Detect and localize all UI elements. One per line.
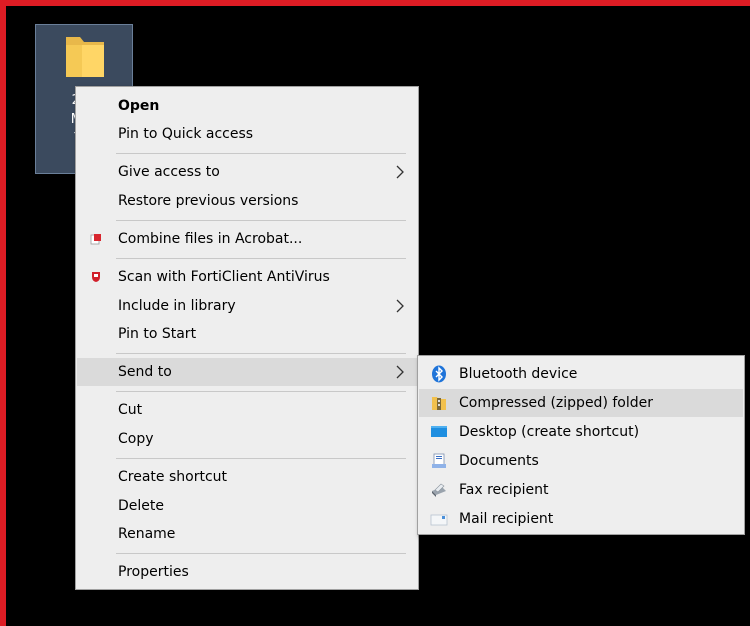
menu-separator — [116, 391, 406, 392]
forticlient-shield-icon — [92, 272, 100, 282]
menu-item-send-to[interactable]: Send to — [77, 358, 417, 386]
chevron-right-icon — [396, 165, 404, 179]
menu-item-combine-acrobat[interactable]: Combine files in Acrobat... — [77, 225, 417, 253]
chevron-right-icon — [396, 365, 404, 379]
menu-separator — [116, 220, 406, 221]
submenu-item-bluetooth[interactable]: Bluetooth device — [419, 360, 743, 388]
menu-item-restore-versions[interactable]: Restore previous versions — [77, 187, 417, 215]
menu-separator — [116, 353, 406, 354]
menu-item-include-library[interactable]: Include in library — [77, 292, 417, 320]
submenu-item-fax[interactable]: Fax recipient — [419, 476, 743, 504]
menu-item-pin-quick-access[interactable]: Pin to Quick access — [77, 120, 417, 148]
menu-item-copy[interactable]: Copy — [77, 425, 417, 453]
menu-item-properties[interactable]: Properties — [77, 558, 417, 586]
menu-item-create-shortcut[interactable]: Create shortcut — [77, 463, 417, 491]
menu-separator — [116, 553, 406, 554]
menu-separator — [116, 458, 406, 459]
mail-icon — [430, 514, 448, 526]
menu-item-delete[interactable]: Delete — [77, 492, 417, 520]
context-menu: Open Pin to Quick access Give access to … — [75, 86, 419, 590]
menu-item-cut[interactable]: Cut — [77, 396, 417, 424]
menu-item-open[interactable]: Open — [77, 92, 417, 120]
chevron-right-icon — [396, 299, 404, 313]
fax-icon — [432, 483, 446, 497]
send-to-submenu: Bluetooth device Compressed (zipped) fol… — [417, 355, 745, 535]
desktop-icon — [431, 426, 447, 437]
submenu-item-zip-folder[interactable]: Compressed (zipped) folder — [419, 389, 743, 417]
folder-icon — [66, 37, 104, 77]
menu-separator — [116, 153, 406, 154]
acrobat-icon — [90, 234, 101, 245]
zip-folder-icon — [432, 397, 446, 410]
menu-item-pin-start[interactable]: Pin to Start — [77, 320, 417, 348]
submenu-item-mail[interactable]: Mail recipient — [419, 505, 743, 533]
submenu-item-desktop-shortcut[interactable]: Desktop (create shortcut) — [419, 418, 743, 446]
menu-item-scan-forticlient[interactable]: Scan with FortiClient AntiVirus — [77, 263, 417, 291]
submenu-item-documents[interactable]: Documents — [419, 447, 743, 475]
bluetooth-icon — [432, 365, 446, 383]
menu-item-rename[interactable]: Rename — [77, 520, 417, 548]
menu-separator — [116, 258, 406, 259]
menu-item-give-access[interactable]: Give access to — [77, 158, 417, 186]
documents-icon — [432, 453, 446, 468]
